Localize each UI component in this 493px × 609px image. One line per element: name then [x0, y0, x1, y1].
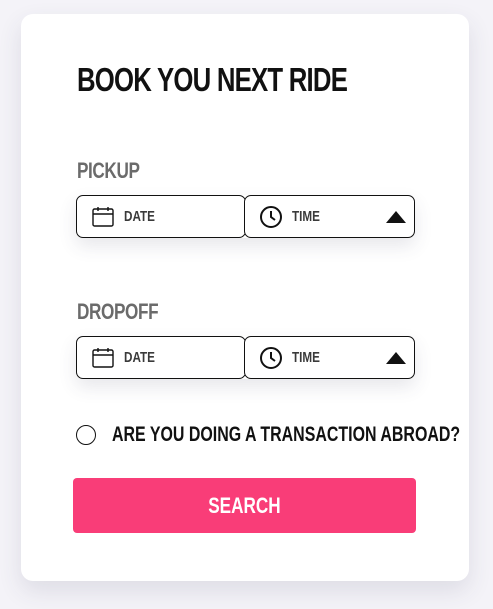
search-button-label: SEARCH: [208, 492, 281, 518]
dropoff-label: DROPOFF: [77, 299, 159, 324]
dropoff-time-label: TIME: [292, 349, 320, 366]
booking-card: BOOK YOU NEXT RIDE PICKUP DATE TIME DROP…: [21, 14, 469, 581]
pickup-label: PICKUP: [77, 158, 140, 183]
calendar-icon: [91, 346, 115, 370]
dropoff-date-field[interactable]: DATE: [76, 336, 246, 379]
pickup-date-field[interactable]: DATE: [76, 195, 246, 238]
clock-icon: [259, 205, 283, 229]
caret-up-icon[interactable]: [386, 211, 406, 223]
page-title: BOOK YOU NEXT RIDE: [77, 61, 348, 98]
abroad-question-label: ARE YOU DOING A TRANSACTION ABROAD?: [112, 423, 461, 446]
abroad-radio[interactable]: [76, 425, 96, 445]
clock-icon: [259, 346, 283, 370]
pickup-time-field[interactable]: TIME: [244, 195, 415, 238]
pickup-fields: DATE TIME: [76, 195, 415, 238]
dropoff-date-label: DATE: [124, 349, 155, 366]
pickup-time-label: TIME: [292, 208, 320, 225]
caret-up-icon[interactable]: [386, 352, 406, 364]
pickup-date-label: DATE: [124, 208, 155, 225]
dropoff-fields: DATE TIME: [76, 336, 415, 379]
calendar-icon: [91, 205, 115, 229]
search-button[interactable]: SEARCH: [73, 478, 416, 533]
dropoff-time-field[interactable]: TIME: [244, 336, 415, 379]
